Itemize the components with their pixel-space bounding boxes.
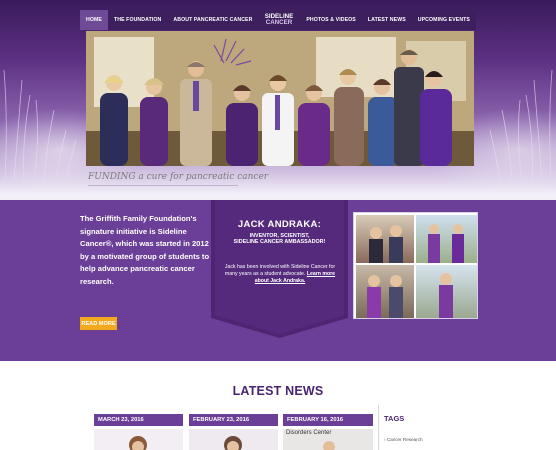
news-thumbnail-1[interactable]: [94, 429, 183, 450]
nav-about-pancreatic-cancer[interactable]: ABOUT PANCREATIC CANCER: [167, 10, 258, 30]
news-date-1: MARCH 23, 2016: [94, 414, 183, 426]
jack-description: Jack has been involved with Sideline Can…: [222, 264, 338, 285]
news-thumbnail-2[interactable]: [189, 429, 278, 450]
nav-home[interactable]: HOME: [80, 10, 108, 30]
grass-decoration: [489, 69, 553, 180]
hero-tagline: FUNDING a cure for pancreatic cancer: [88, 172, 269, 182]
collage-photo-illustration: [367, 275, 403, 318]
sidebar-divider: [378, 405, 379, 450]
nav-the-foundation[interactable]: THE FOUNDATION: [108, 10, 167, 30]
nav-latest-news[interactable]: LATEST NEWS: [362, 10, 412, 30]
tag-link-cancer-research[interactable]: › Cancer Research: [384, 437, 423, 442]
group-photo-illustration: [86, 31, 474, 166]
news-thumbnail-illustration: [129, 436, 147, 450]
news-thumbnail-3[interactable]: Disorders Center: [283, 429, 373, 450]
news-thumbnail-3-sign: Disorders Center: [286, 430, 332, 436]
tags-heading: TAGS: [384, 414, 405, 423]
collage-photo-illustration: [428, 224, 464, 263]
latest-news-heading: LATEST NEWS: [232, 384, 324, 398]
news-thumbnail-illustration: [224, 436, 242, 450]
site-logo[interactable]: SIDELINE CANCER: [261, 9, 297, 31]
collage-photo: [356, 265, 414, 318]
jack-photo-collage: [353, 212, 478, 319]
foundation-intro-text: The Griffith Family Foundation's signatu…: [80, 214, 210, 286]
news-date-3: FEBRUARY 16, 2016: [283, 414, 373, 426]
tagline-underline: [88, 185, 238, 186]
jack-title: JACK ANDRAKA:: [237, 219, 322, 230]
collage-photo: [416, 265, 477, 318]
grass-decoration: [3, 69, 77, 180]
jack-subtitle: INVENTOR, SCIENTIST, SIDELINE CANCER AMB…: [211, 233, 348, 246]
collage-photo: [416, 215, 477, 263]
hero-group-photo: [86, 31, 474, 166]
tag-label: Cancer Research: [386, 437, 423, 442]
collage-photo-illustration: [369, 225, 403, 263]
jack-subtitle-line2: SIDELINE CANCER AMBASSADOR!: [233, 239, 326, 246]
news-date-2: FEBRUARY 23, 2016: [189, 414, 278, 426]
nav-photos-videos[interactable]: PHOTOS & VIDEOS: [300, 10, 362, 30]
read-more-button[interactable]: READ MORE: [80, 317, 117, 330]
collage-photo: [356, 215, 414, 263]
nav-upcoming-events[interactable]: UPCOMING EVENTS: [412, 10, 476, 30]
collage-photo-illustration: [439, 273, 453, 318]
logo-line2: CANCER: [265, 19, 293, 26]
